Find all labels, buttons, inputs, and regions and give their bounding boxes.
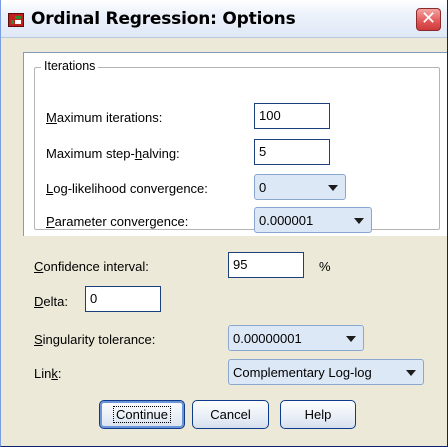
delta-field[interactable]: 0 (85, 286, 161, 312)
title-bar[interactable]: Ordinal Regression: Options ✕ (1, 0, 447, 38)
close-icon: ✕ (420, 8, 437, 29)
max-step-halving-label: Maximum step-halving: (46, 146, 180, 161)
max-iterations-field[interactable]: 100 (254, 103, 330, 129)
link-dropdown[interactable]: Complementary Log-log (228, 359, 424, 385)
window-title: Ordinal Regression: Options (31, 9, 296, 29)
max-iterations-label: Maximum iterations: (46, 110, 163, 125)
param-convergence-label: Parameter convergence: (46, 214, 189, 229)
delta-label: Delta: (34, 294, 68, 309)
singularity-tolerance-dropdown[interactable]: 0.00000001 (228, 325, 364, 351)
chevron-down-icon (354, 218, 364, 224)
continue-button-label: Continue (112, 406, 172, 423)
chevron-down-icon (406, 370, 416, 376)
cancel-button[interactable]: Cancel (192, 400, 269, 429)
loglik-convergence-dropdown[interactable]: 0 (254, 174, 346, 200)
continue-button[interactable]: Continue (99, 400, 185, 429)
chevron-down-icon (328, 185, 338, 191)
confidence-interval-label: Confidence interval: (34, 259, 149, 274)
cancel-button-label: Cancel (210, 407, 251, 422)
max-step-halving-field[interactable]: 5 (254, 139, 330, 165)
percent-unit-label: % (319, 259, 331, 274)
help-button[interactable]: Help (280, 400, 356, 429)
chevron-down-icon (346, 336, 356, 342)
iterations-legend: Iterations (41, 59, 99, 73)
loglik-convergence-label: Log-likelihood convergence: (46, 181, 208, 196)
help-button-label: Help (304, 407, 332, 422)
confidence-interval-field[interactable]: 95 (228, 252, 304, 278)
param-convergence-dropdown[interactable]: 0.000001 (254, 207, 372, 233)
link-label: Link: (34, 366, 62, 381)
close-button[interactable]: ✕ (416, 8, 441, 31)
spss-table-icon (8, 13, 24, 27)
singularity-tolerance-label: Singularity tolerance: (34, 332, 156, 347)
options-dialog: Ordinal Regression: Options ✕ Iterations… (0, 0, 448, 447)
